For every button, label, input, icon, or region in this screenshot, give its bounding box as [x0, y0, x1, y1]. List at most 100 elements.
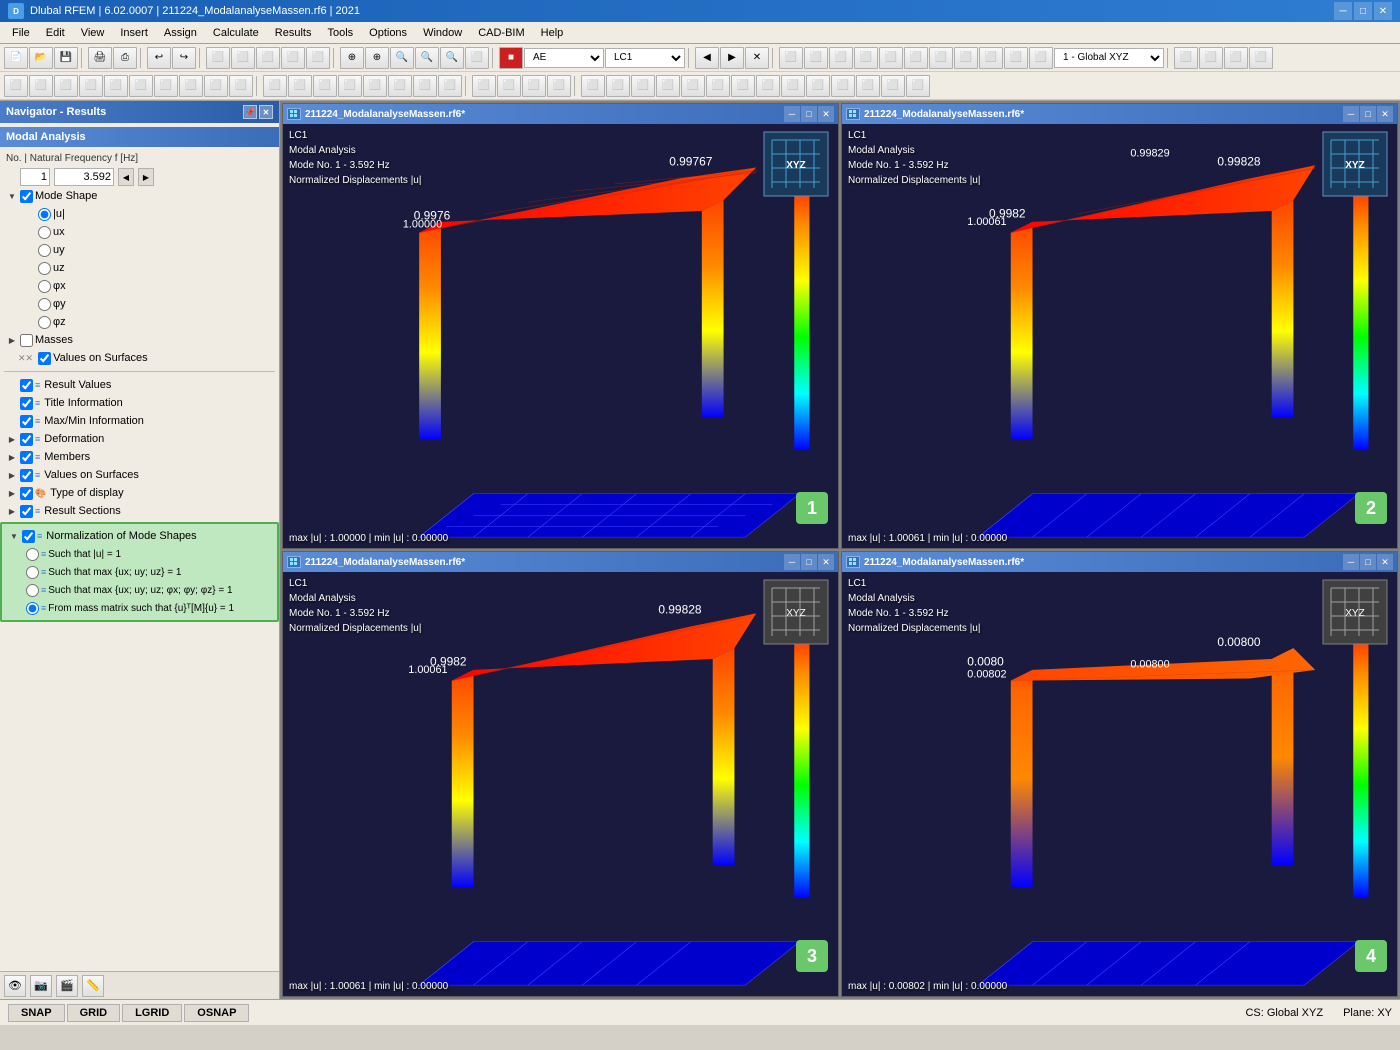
mode-radio-phiy[interactable] [38, 298, 51, 311]
mode-opt-phiz[interactable]: φz [36, 313, 279, 331]
freq-no-input[interactable] [20, 168, 50, 186]
tb-btn-h[interactable]: 🔍 [390, 47, 414, 69]
menu-view[interactable]: View [73, 25, 113, 41]
mm-expand[interactable] [6, 415, 18, 427]
deformation-item[interactable]: ▶ ≡ Deformation [0, 430, 279, 448]
grid-section[interactable]: GRID [67, 1004, 121, 1022]
tb2-btn-b[interactable]: ⬜ [29, 75, 53, 97]
close-button[interactable]: ✕ [1374, 2, 1392, 20]
ti-expand[interactable] [6, 397, 18, 409]
tb2-btn-q[interactable]: ⬜ [413, 75, 437, 97]
def-expand[interactable]: ▶ [6, 433, 18, 445]
snap-section[interactable]: SNAP [8, 1004, 65, 1022]
tb-btn-p[interactable]: ⬜ [779, 47, 803, 69]
tb-btn-b[interactable]: ⬜ [231, 47, 255, 69]
mm-checkbox[interactable] [20, 415, 33, 428]
vos-item[interactable]: ▶ ≡ Values on Surfaces [0, 466, 279, 484]
norm-opt-1[interactable]: ≡ Such that |u| = 1 [24, 545, 275, 563]
tb2-btn-g[interactable]: ⬜ [154, 75, 178, 97]
vp3-minimize-button[interactable]: ─ [784, 554, 800, 570]
tb-btn-o[interactable]: ✕ [745, 47, 769, 69]
vp3-restore-button[interactable]: □ [801, 554, 817, 570]
tb2-btn-k[interactable]: ⬜ [263, 75, 287, 97]
tb-btn-k[interactable]: ⬜ [465, 47, 489, 69]
tb2-btn-e[interactable]: ⬜ [104, 75, 128, 97]
tb-btn-aa[interactable]: ⬜ [1174, 47, 1198, 69]
members-expand[interactable]: ▶ [6, 451, 18, 463]
tb2-btn-u[interactable]: ⬜ [522, 75, 546, 97]
tb2-btn-i[interactable]: ⬜ [204, 75, 228, 97]
rv-expand[interactable] [6, 379, 18, 391]
menu-help[interactable]: Help [533, 25, 572, 41]
mode-opt-phix[interactable]: φx [36, 277, 279, 295]
norm-opt-2[interactable]: ≡ Such that max {ux; uy; uz} = 1 [24, 563, 275, 581]
menu-results[interactable]: Results [267, 25, 320, 41]
menu-window[interactable]: Window [415, 25, 470, 41]
tb-btn-q[interactable]: ⬜ [804, 47, 828, 69]
norm-radio-1[interactable] [26, 548, 39, 561]
tb-btn-n[interactable]: ▶ [720, 47, 744, 69]
nav-bottom-btn-1[interactable]: 👁 [4, 975, 26, 997]
val-surfaces-item[interactable]: ✕✕ Values on Surfaces [0, 349, 279, 367]
type-display-item[interactable]: ▶ 🎨 Type of display [0, 484, 279, 502]
tb-btn-ac[interactable]: ⬜ [1224, 47, 1248, 69]
menu-tools[interactable]: Tools [319, 25, 361, 41]
menu-edit[interactable]: Edit [38, 25, 73, 41]
tb-btn-w[interactable]: ⬜ [954, 47, 978, 69]
tb-btn-y[interactable]: ⬜ [1004, 47, 1028, 69]
freq-value-input[interactable] [54, 168, 114, 186]
result-values-item[interactable]: ≡ Result Values [0, 376, 279, 394]
mode-radio-phiz[interactable] [38, 316, 51, 329]
tb-btn-x[interactable]: ⬜ [979, 47, 1003, 69]
freq-prev-button[interactable]: ◀ [118, 168, 134, 186]
tb2-btn-f[interactable]: ⬜ [129, 75, 153, 97]
tb-btn-u[interactable]: ⬜ [904, 47, 928, 69]
tb-btn-z[interactable]: ⬜ [1029, 47, 1053, 69]
norm-opt-4[interactable]: ≡ From mass matrix such that {u}ᵀ[M]{u} … [24, 599, 275, 617]
ti-checkbox[interactable] [20, 397, 33, 410]
tb2-btn-p[interactable]: ⬜ [388, 75, 412, 97]
freq-next-button[interactable]: ▶ [138, 168, 154, 186]
tb2-btn-h[interactable]: ⬜ [179, 75, 203, 97]
tb-btn-f[interactable]: ⊕ [340, 47, 364, 69]
tb-btn-e[interactable]: ⬜ [306, 47, 330, 69]
tb2-btn-ab[interactable]: ⬜ [706, 75, 730, 97]
vos-expand[interactable]: ▶ [6, 469, 18, 481]
tb2-btn-l[interactable]: ⬜ [288, 75, 312, 97]
mode-opt-phiy[interactable]: φy [36, 295, 279, 313]
td-expand[interactable]: ▶ [6, 487, 18, 499]
tb2-btn-ae[interactable]: ⬜ [781, 75, 805, 97]
title-info-item[interactable]: ≡ Title Information [0, 394, 279, 412]
rv-checkbox[interactable] [20, 379, 33, 392]
mode-shape-item[interactable]: ▼ Mode Shape [0, 187, 279, 205]
tb2-btn-w[interactable]: ⬜ [581, 75, 605, 97]
tb2-btn-y[interactable]: ⬜ [631, 75, 655, 97]
tb-open[interactable]: 📂 [29, 47, 53, 69]
vp1-content[interactable]: LC1 Modal Analysis Mode No. 1 - 3.592 Hz… [283, 124, 838, 548]
norm-header-item[interactable]: ▼ ≡ Normalization of Mode Shapes [4, 527, 275, 545]
norm-radio-3[interactable] [26, 584, 39, 597]
mode-radio-uz[interactable] [38, 262, 51, 275]
vp3-content[interactable]: LC1 Modal Analysis Mode No. 1 - 3.592 Hz… [283, 572, 838, 996]
mode-radio-uy[interactable] [38, 244, 51, 257]
menu-file[interactable]: File [4, 25, 38, 41]
mode-opt-uz[interactable]: uz [36, 259, 279, 277]
tb2-btn-m[interactable]: ⬜ [313, 75, 337, 97]
mode-shape-expand[interactable]: ▼ [6, 190, 18, 202]
nav-bottom-btn-3[interactable]: 🎬 [56, 975, 78, 997]
mode-radio-ux[interactable] [38, 226, 51, 239]
tb-btn-i[interactable]: 🔍 [415, 47, 439, 69]
masses-item[interactable]: ▶ Masses [0, 331, 279, 349]
tb2-btn-ac[interactable]: ⬜ [731, 75, 755, 97]
mode-opt-ux[interactable]: ux [36, 223, 279, 241]
tb-new[interactable]: 📄 [4, 47, 28, 69]
vos2-checkbox[interactable] [20, 469, 33, 482]
masses-checkbox[interactable] [20, 334, 33, 347]
lgrid-section[interactable]: LGRID [122, 1004, 182, 1022]
menu-cad-bim[interactable]: CAD-BIM [470, 25, 532, 41]
tb2-btn-v[interactable]: ⬜ [547, 75, 571, 97]
norm-radio-2[interactable] [26, 566, 39, 579]
rs-expand[interactable]: ▶ [6, 505, 18, 517]
vp1-minimize-button[interactable]: ─ [784, 106, 800, 122]
tb2-btn-ai[interactable]: ⬜ [881, 75, 905, 97]
